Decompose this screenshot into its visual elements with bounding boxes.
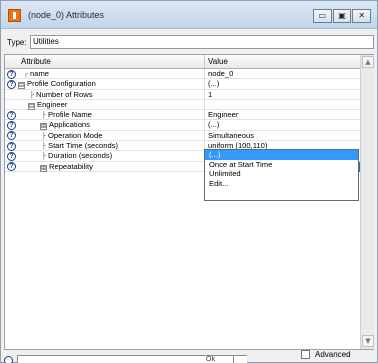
footer-label: Ok [206,356,215,363]
checkbox-box[interactable] [301,350,310,359]
attribute-cell[interactable]: ├ Profile Name [18,110,205,121]
attribute-label: Operation Mode [48,130,103,140]
value-cell[interactable]: 1 [205,90,360,100]
maximize-button[interactable]: ▣ [332,9,352,23]
attribute-label: Applications [49,120,90,130]
table-row[interactable]: ? ├ Operation Mode Simultaneous [5,130,360,142]
tree-connector-icon: ├ [42,131,46,140]
type-label: Type: [7,38,27,47]
value-cell[interactable]: Simultaneous [205,131,360,141]
help-icon[interactable]: ? [7,141,16,151]
value-cell[interactable]: (...) [205,120,360,130]
attribute-label: Number of Rows [36,89,93,99]
attributes-window: (node_0) Attributes ▭ ▣ ✕ Type: Utilitie… [0,0,378,363]
footer-divider [233,356,234,363]
tree-connector-icon: ┌ [24,70,28,78]
tree-connector-icon: ├ [30,90,34,99]
advanced-label: Advanced [315,350,351,359]
table-row[interactable]: ? ⊞ Applications (...) [5,120,360,131]
attribute-cell[interactable]: ⊟ Profile Configuration [18,79,205,90]
expand-icon[interactable]: ⊞ [40,123,47,131]
attribute-label: Engineer [37,99,68,109]
advanced-checkbox[interactable]: Advanced [301,349,376,361]
dropdown-option[interactable]: (...) [205,150,358,160]
help-icon[interactable]: ? [7,120,16,130]
attribute-label: Profile Name [48,110,92,120]
attribute-cell[interactable]: ⊟ Engineer [18,99,205,110]
table-row[interactable]: ? ┌ name node_0 [5,69,360,80]
window-title: (node_0) Attributes [28,10,105,20]
table-row[interactable]: ├ Number of Rows 1 [5,89,360,100]
tree-connector-icon: ├ [42,111,46,120]
attribute-cell[interactable]: ⊞ Applications [18,120,205,131]
attribute-label: Profile Configuration [27,79,96,89]
help-icon [4,356,13,363]
collapse-icon[interactable]: ⊟ [28,102,35,110]
attribute-cell[interactable]: ┌ name [18,69,205,79]
value-cell[interactable] [205,100,360,110]
type-row: Type: Utilities [4,35,374,49]
grid-header: Attribute Value [5,55,360,69]
table-row[interactable]: ? ├ Profile Name Engineer [5,110,360,121]
help-icon[interactable]: ? [7,110,16,120]
scroll-down-icon[interactable]: ▼ [362,335,374,347]
app-icon [8,9,21,22]
dropdown-option[interactable]: Edit... [205,179,358,189]
help-icon[interactable]: ? [7,69,16,79]
table-row[interactable]: ⊟ Engineer [5,99,360,111]
type-field[interactable]: Utilities [30,35,374,49]
attribute-label: Duration (seconds) [48,151,113,161]
table-row[interactable]: ? ⊟ Profile Configuration (...) [5,79,360,90]
close-button[interactable]: ✕ [352,9,372,23]
column-header-value[interactable]: Value [205,55,360,68]
attribute-grid: Attribute Value ? ┌ name node_0? ⊟ Profile Co… [4,54,374,350]
value-cell[interactable]: (...) [205,79,360,89]
dropdown-option[interactable]: Unlimited [205,169,358,179]
value-cell[interactable]: Engineer [205,110,360,120]
title-bar[interactable]: (node_0) Attributes ▭ ▣ ✕ [1,1,377,29]
minimize-button[interactable]: ▭ [313,9,332,23]
attribute-label: Repeatability [49,161,93,171]
tree-connector-icon: ├ [42,142,46,151]
attribute-cell[interactable]: ├ Start Time (seconds) [18,141,205,152]
attribute-cell[interactable]: ├ Operation Mode [18,130,205,141]
help-icon[interactable]: ? [7,131,16,141]
attribute-cell[interactable]: ⊞ Repeatability [18,161,205,172]
dropdown-option[interactable]: Once at Start Time [205,160,358,170]
window-controls: ▭ ▣ ✕ [313,9,372,23]
attribute-label: Start Time (seconds) [48,141,119,151]
help-icon[interactable]: ? [7,162,16,172]
help-icon[interactable]: ? [7,79,16,89]
repeatability-dropdown-list: (...) Once at Start Time Unlimited Edit... [204,149,359,201]
tree-connector-icon: ├ [42,152,46,161]
column-header-attribute[interactable]: Attribute [18,55,205,68]
value-cell[interactable]: node_0 [205,69,360,79]
vertical-scrollbar[interactable]: ▲ ▼ [360,55,374,349]
attribute-cell[interactable]: ├ Duration (seconds) [18,151,205,162]
expand-icon[interactable]: ⊞ [40,164,47,172]
attribute-cell[interactable]: ├ Number of Rows [18,89,205,100]
help-icon[interactable]: ? [7,151,16,161]
scroll-up-icon[interactable]: ▲ [362,56,374,68]
attribute-label: name [30,69,49,78]
collapse-icon[interactable]: ⊟ [18,82,25,90]
